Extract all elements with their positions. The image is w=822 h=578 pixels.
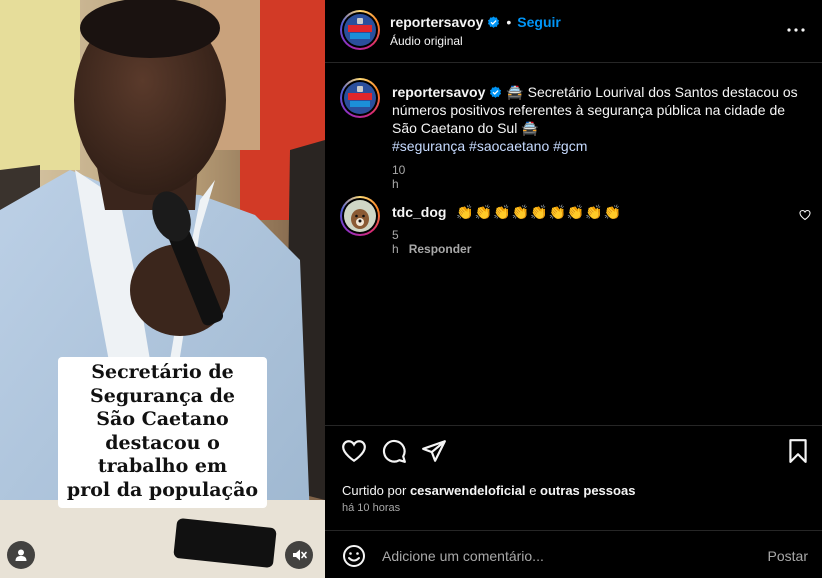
follow-button[interactable]: Seguir — [517, 14, 561, 30]
caption-text: reportersavoy 🚔 Secretário Lourival dos … — [392, 83, 802, 155]
liked-by-user[interactable]: cesarwendeloficial — [410, 483, 526, 498]
bookmark-icon[interactable] — [785, 438, 811, 464]
emoji-icon[interactable] — [342, 544, 366, 568]
likes-joiner: e — [529, 483, 537, 498]
likes-prefix: Curtido por — [342, 483, 407, 498]
author-username[interactable]: reportersavoy — [390, 14, 483, 30]
more-options-button[interactable] — [786, 20, 806, 40]
commenter-avatar[interactable] — [340, 196, 380, 236]
caption-username[interactable]: reportersavoy — [392, 84, 485, 100]
post-actions-bar — [341, 438, 811, 466]
author-avatar[interactable] — [340, 10, 380, 50]
reply-button[interactable]: Responder — [409, 242, 472, 256]
heart-icon[interactable] — [341, 438, 367, 464]
speaker-muted-icon — [293, 549, 307, 561]
post-comment-button[interactable]: Postar — [768, 548, 808, 564]
tagged-users-button[interactable] — [7, 541, 35, 569]
dog-avatar-image — [344, 200, 376, 232]
likes-summary: Curtido por cesarwendeloficial e outras … — [342, 483, 635, 498]
overlay-line: Secretário de — [91, 361, 234, 383]
post-media-video[interactable]: Secretário de Segurança de São Caetano d… — [0, 0, 325, 578]
reporter-savoy-logo — [344, 82, 376, 114]
caption-author-avatar[interactable] — [340, 78, 380, 118]
overlay-line: destacou o — [105, 431, 220, 454]
verified-badge-icon — [488, 16, 500, 28]
separator-dot: • — [506, 14, 512, 30]
original-audio-link[interactable]: Áudio original — [390, 34, 463, 48]
comment-meta: 5 h Responder — [392, 228, 471, 256]
comment-text: tdc_dog 👏👏👏👏👏👏👏👏👏 — [392, 203, 802, 221]
header-title-row: reportersavoy • Seguir — [390, 14, 561, 32]
reporter-savoy-logo — [344, 14, 376, 46]
overlay-line: prol da população — [66, 478, 259, 501]
comment-body: 👏👏👏👏👏👏👏👏👏 — [456, 204, 623, 220]
post-header: reportersavoy • Seguir Áudio original — [325, 0, 822, 62]
more-options-icon — [787, 28, 805, 32]
comment-age: 5 h — [392, 228, 399, 256]
overlay-line: trabalho em — [97, 455, 228, 477]
video-text-overlay: Secretário de Segurança de São Caetano d… — [58, 357, 267, 508]
post-timestamp[interactable]: há 10 horas — [342, 502, 400, 514]
verified-badge-icon — [490, 86, 502, 98]
overlay-line: São Caetano — [96, 408, 229, 430]
comment-input[interactable]: Adicione um comentário... — [382, 548, 544, 564]
overlay-line: Segurança de — [90, 384, 235, 407]
caption-age: 10 h — [392, 163, 406, 191]
header-divider — [325, 62, 822, 63]
mute-toggle-button[interactable] — [285, 541, 313, 569]
comment-username[interactable]: tdc_dog — [392, 204, 446, 220]
actions-divider — [325, 425, 822, 426]
comment-icon[interactable] — [381, 438, 407, 464]
caption-hashtags[interactable]: #segurança #saocaetano #gcm — [392, 138, 587, 154]
person-icon — [15, 549, 27, 561]
comment-like-heart-icon[interactable] — [799, 209, 811, 221]
post-details-panel: reportersavoy • Seguir Áudio original repo… — [325, 0, 822, 578]
share-icon[interactable] — [421, 438, 447, 464]
others-link[interactable]: outras pessoas — [540, 483, 635, 498]
add-comment-bar: Adicione um comentário... Postar — [325, 530, 822, 578]
